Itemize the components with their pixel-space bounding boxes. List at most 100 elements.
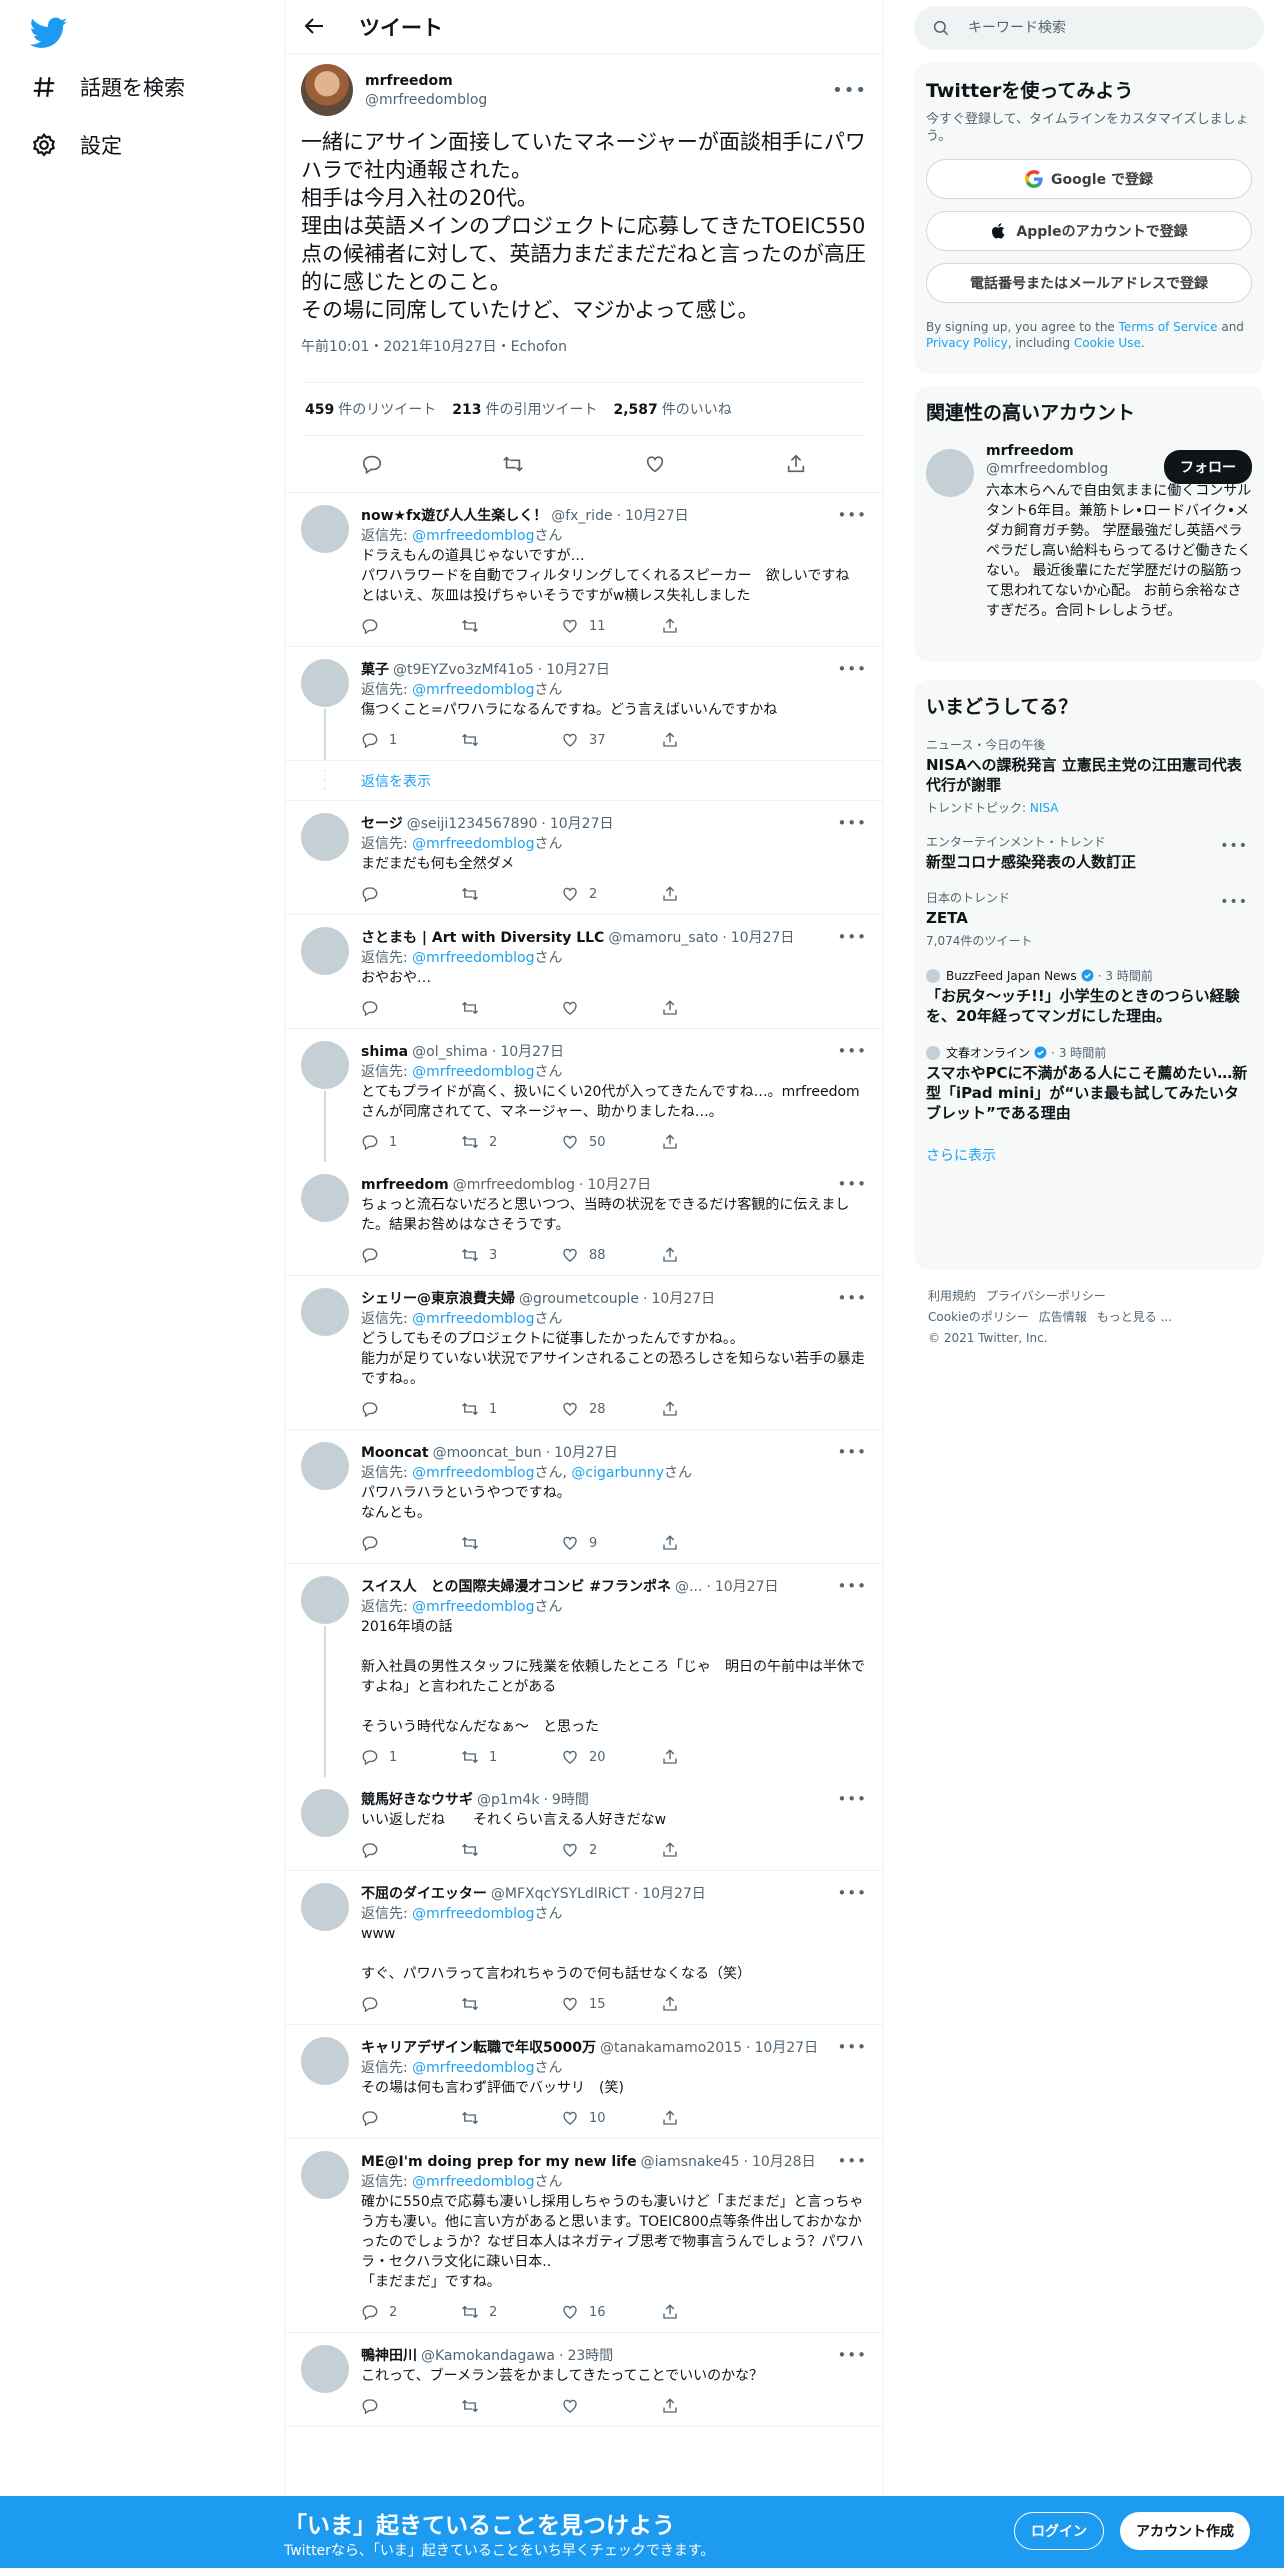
retweet-button[interactable]: [461, 1995, 561, 2013]
share-button[interactable]: [661, 885, 689, 903]
author-name[interactable]: スイス人 との国際夫婦漫才コンビ #フランポネ: [361, 1577, 671, 1597]
tweet-date[interactable]: 10月28日: [740, 2152, 816, 2172]
author-handle[interactable]: @MFXqcYSYLdlRiCT: [491, 1884, 630, 1904]
avatar[interactable]: [301, 1288, 349, 1336]
like-button[interactable]: 11: [561, 617, 661, 635]
retweet-count[interactable]: 459 件のリツイート: [305, 399, 436, 419]
back-arrow-icon[interactable]: [303, 14, 329, 40]
reply-button[interactable]: [361, 2109, 461, 2127]
share-icon[interactable]: [785, 453, 807, 475]
reply-button[interactable]: 2: [361, 2303, 461, 2321]
avatar[interactable]: [301, 1789, 349, 1837]
tweet-date[interactable]: 10月27日: [639, 1289, 716, 1309]
search-input[interactable]: [968, 20, 1228, 36]
avatar[interactable]: [301, 1576, 349, 1624]
avatar[interactable]: [926, 449, 974, 497]
reply-button[interactable]: [361, 2397, 461, 2415]
reply-button[interactable]: [361, 1534, 461, 1552]
reply-tweet[interactable]: さとまも | Art with Diversity LLC @mamoru_sat…: [285, 915, 883, 1029]
mention-link[interactable]: @mrfreedomblog: [412, 682, 534, 698]
author-handle[interactable]: @t9EYZvo3zMf41o5: [393, 660, 534, 680]
retweet-button[interactable]: [461, 617, 561, 635]
author-handle[interactable]: @tanakamamo2015: [600, 2038, 742, 2058]
like-button[interactable]: 9: [561, 1534, 661, 1552]
footer-privacy-link[interactable]: プライバシーポリシー: [986, 1289, 1106, 1303]
like-icon[interactable]: [644, 453, 666, 475]
mention-link[interactable]: @mrfreedomblog: [412, 2060, 534, 2076]
retweet-icon[interactable]: [502, 453, 524, 475]
footer-ads-link[interactable]: 広告情報: [1039, 1310, 1087, 1324]
reply-tweet[interactable]: シェリー@東京浪費夫婦@groumetcouple10月27日 ••• 返信先: @…: [285, 1276, 883, 1430]
follow-button[interactable]: フォロー: [1164, 450, 1252, 484]
reply-button[interactable]: [361, 1841, 461, 1859]
tweet-date[interactable]: 10月27日: [534, 660, 610, 680]
tweet-timestamp[interactable]: 午前10:01・2021年10月27日・Echofon: [301, 336, 867, 383]
reply-tweet[interactable]: スイス人 との国際夫婦漫才コンビ #フランポネ@...10月27日 ••• 返信先:…: [285, 1564, 883, 1777]
retweet-button[interactable]: [461, 999, 561, 1017]
google-signup-button[interactable]: Google で登録: [926, 159, 1252, 199]
reply-tweet[interactable]: 不屈のダイエッター@MFXqcYSYLdlRiCT10月27日 ••• 返信先: @…: [285, 1871, 883, 2025]
retweet-button[interactable]: 2: [461, 1133, 561, 1151]
retweet-button[interactable]: [461, 2397, 561, 2415]
like-button[interactable]: 10: [561, 2109, 661, 2127]
terms-link[interactable]: Terms of Service: [1119, 320, 1218, 334]
tweet-date[interactable]: 23時間: [555, 2346, 613, 2366]
like-count[interactable]: 2,587 件のいいね: [613, 399, 731, 419]
reply-tweet[interactable]: 競馬好きなウサギ@p1m4k9時間 ••• いい返しだね それくらい言える人好きだな…: [285, 1777, 883, 1871]
reply-tweet[interactable]: ME@I'm doing prep for my new life @iamsna…: [285, 2139, 883, 2333]
share-button[interactable]: [661, 1133, 689, 1151]
author-name[interactable]: 不屈のダイエッター: [361, 1884, 487, 1904]
author-handle[interactable]: @mamoru_sato: [608, 928, 718, 948]
retweet-button[interactable]: 1: [461, 1400, 561, 1418]
avatar[interactable]: [301, 813, 349, 861]
author-handle[interactable]: @seiji1234567890: [407, 814, 538, 834]
more-options-icon[interactable]: •••: [827, 1041, 867, 1061]
reply-tweet[interactable]: 鴨神田川@Kamokandagawa23時間 ••• これって、ブーメラン芸をかまし…: [285, 2333, 883, 2427]
reply-tweet[interactable]: Mooncat@mooncat_bun10月27日 ••• 返信先: @mrfree…: [285, 1430, 883, 1564]
reply-button[interactable]: [361, 885, 461, 903]
share-button[interactable]: [661, 1534, 689, 1552]
tweet-date[interactable]: 10月27日: [630, 1884, 706, 1904]
like-button[interactable]: 15: [561, 1995, 661, 2013]
reply-tweet[interactable]: 菓子@t9EYZvo3zMf41o510月27日 ••• 返信先: @mrfreed…: [285, 647, 883, 761]
avatar[interactable]: [301, 1883, 349, 1931]
author-handle[interactable]: @fx_ride: [551, 506, 612, 526]
create-account-button[interactable]: アカウント作成: [1120, 2512, 1250, 2550]
reply-button[interactable]: [361, 1246, 461, 1264]
author-name[interactable]: shima: [361, 1042, 408, 1062]
reply-button[interactable]: [361, 1995, 461, 2013]
author-name[interactable]: Mooncat: [361, 1443, 429, 1463]
trend-item[interactable]: 日本のトレンド ZETA 7,074件のツイート •••: [926, 890, 1252, 949]
retweet-button[interactable]: 1: [461, 1748, 561, 1766]
author-name[interactable]: mrfreedom: [365, 73, 487, 89]
tweet-date[interactable]: 10月27日: [488, 1042, 564, 1062]
author-name[interactable]: 鴨神田川: [361, 2346, 417, 2366]
footer-cookie-link[interactable]: Cookieのポリシー: [928, 1310, 1029, 1324]
trend-topic-link[interactable]: NISA: [1030, 801, 1059, 815]
footer-terms-link[interactable]: 利用規約: [928, 1289, 976, 1303]
reply-button[interactable]: 1: [361, 731, 461, 749]
mention-link[interactable]: @mrfreedomblog: [412, 1064, 534, 1080]
share-button[interactable]: [661, 731, 689, 749]
share-button[interactable]: [661, 999, 689, 1017]
author-name[interactable]: ME@I'm doing prep for my new life: [361, 2152, 637, 2172]
reply-button[interactable]: [361, 617, 461, 635]
more-options-icon[interactable]: •••: [827, 1576, 867, 1596]
reply-button[interactable]: 1: [361, 1748, 461, 1766]
more-options-icon[interactable]: •••: [1220, 894, 1248, 910]
avatar[interactable]: [301, 64, 353, 116]
reply-button[interactable]: 1: [361, 1133, 461, 1151]
mention-link[interactable]: @mrfreedomblog: [412, 528, 534, 544]
quote-count[interactable]: 213 件の引用ツイート: [452, 399, 597, 419]
share-button[interactable]: [661, 1748, 689, 1766]
more-options-icon[interactable]: •••: [827, 1288, 867, 1308]
more-options-icon[interactable]: •••: [827, 1789, 867, 1809]
avatar[interactable]: [301, 2151, 349, 2199]
like-button[interactable]: 2: [561, 1841, 661, 1859]
cookie-link[interactable]: Cookie Use: [1074, 336, 1141, 350]
show-replies-link[interactable]: · · · 返信を表示: [285, 761, 883, 801]
reply-tweet[interactable]: mrfreedom@mrfreedomblog10月27日 ••• ちょっと流石ない…: [285, 1162, 883, 1276]
mention-link[interactable]: @mrfreedomblog: [412, 1906, 534, 1922]
author-name[interactable]: now★fx遊び人人生楽しく！: [361, 506, 547, 526]
mention-link[interactable]: @mrfreedomblog: [412, 950, 534, 966]
